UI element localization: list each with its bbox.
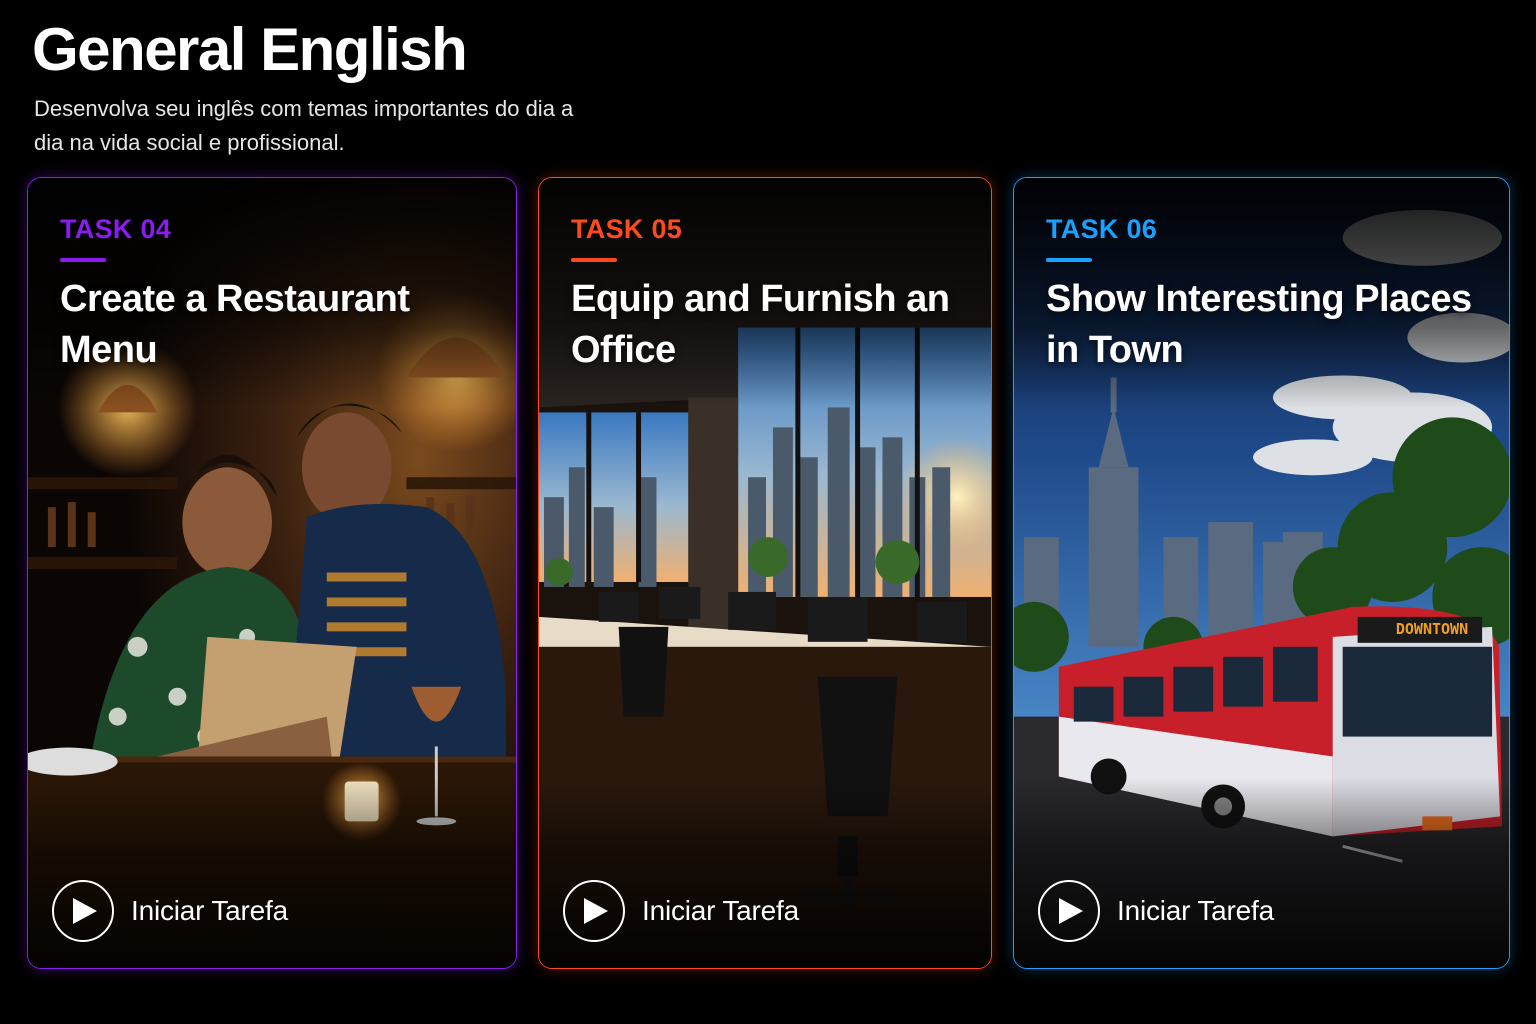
task-card-06[interactable]: DOWNTOWN TASK 06 Show Interesting Places… bbox=[1013, 177, 1510, 969]
page: General English Desenvolva seu inglês co… bbox=[0, 0, 1536, 1024]
page-subtitle: Desenvolva seu inglês com temas importan… bbox=[34, 96, 574, 155]
task-title: Create a Restaurant Menu bbox=[60, 278, 410, 371]
task-title: Show Interesting Places in Town bbox=[1046, 278, 1472, 371]
page-title: General English bbox=[32, 16, 468, 83]
task-number-label: TASK 06 bbox=[1046, 214, 1158, 244]
task-card-04[interactable]: TASK 04 Create a Restaurant Menu Iniciar… bbox=[27, 177, 517, 969]
start-task-button[interactable]: Iniciar Tarefa bbox=[52, 880, 288, 942]
task-number-label: TASK 05 bbox=[571, 214, 683, 244]
play-icon[interactable] bbox=[1038, 880, 1100, 942]
task-accent-underline bbox=[60, 258, 106, 262]
play-icon[interactable] bbox=[52, 880, 114, 942]
start-task-label[interactable]: Iniciar Tarefa bbox=[131, 895, 288, 927]
start-task-button[interactable]: Iniciar Tarefa bbox=[1038, 880, 1274, 942]
task-accent-underline bbox=[571, 258, 617, 262]
task-title: Equip and Furnish an Office bbox=[571, 278, 950, 371]
bus-destination-sign: DOWNTOWN bbox=[1395, 620, 1469, 638]
start-task-button[interactable]: Iniciar Tarefa bbox=[563, 880, 799, 942]
task-accent-underline bbox=[1046, 258, 1092, 262]
start-task-label[interactable]: Iniciar Tarefa bbox=[1117, 895, 1274, 927]
start-task-label[interactable]: Iniciar Tarefa bbox=[642, 895, 799, 927]
task-card-05[interactable]: TASK 05 Equip and Furnish an Office Inic… bbox=[538, 177, 992, 969]
play-icon[interactable] bbox=[563, 880, 625, 942]
task-number-label: TASK 04 bbox=[60, 214, 172, 244]
